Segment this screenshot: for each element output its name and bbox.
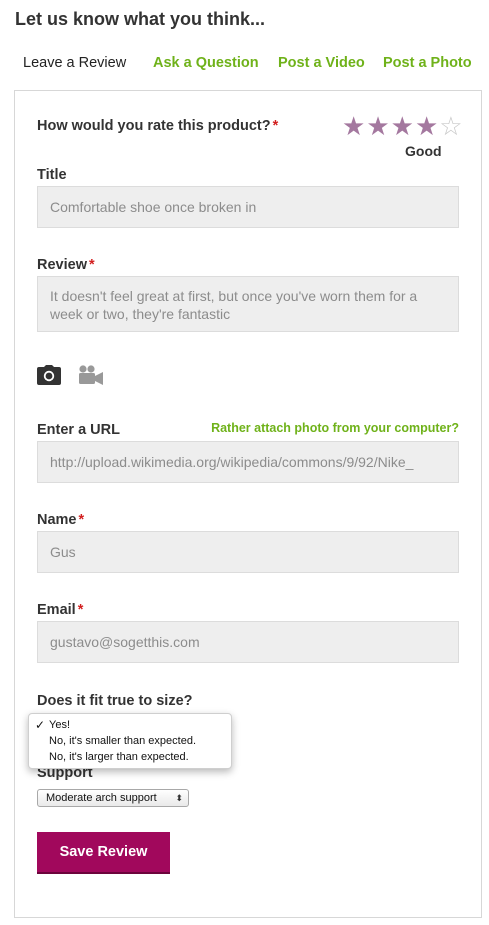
rating-word: Good (405, 143, 442, 159)
url-input[interactable] (37, 441, 459, 483)
tab-post-a-photo[interactable]: Post a Photo (383, 55, 472, 71)
tab-leave-a-review[interactable]: Leave a Review (23, 55, 126, 71)
name-label-text: Name (37, 512, 77, 528)
page-title: Let us know what you think... (15, 9, 266, 29)
fit-option-smaller[interactable]: No, it's smaller than expected. (29, 733, 231, 749)
support-select-value: Moderate arch support (46, 792, 157, 804)
title-input[interactable] (37, 186, 459, 228)
required-mark: * (272, 118, 279, 134)
option-label: No, it's larger than expected. (49, 751, 189, 763)
name-input[interactable] (37, 531, 459, 573)
camera-icon[interactable] (37, 365, 61, 390)
email-input[interactable] (37, 621, 459, 663)
review-label: Review * (37, 257, 95, 273)
fit-option-larger[interactable]: No, it's larger than expected. (29, 749, 231, 765)
option-label: No, it's smaller than expected. (49, 735, 197, 747)
fit-option-yes[interactable]: ✓ Yes! (29, 717, 231, 733)
tab-post-a-video[interactable]: Post a Video (278, 55, 365, 71)
review-label-text: Review (37, 257, 87, 273)
fit-dropdown-list[interactable]: ✓ Yes! No, it's smaller than expected. No… (28, 713, 232, 769)
rating-question-text: How would you rate this product? (37, 118, 271, 134)
option-label: Yes! (49, 719, 71, 731)
review-textarea[interactable]: It doesn't feel great at first, but once… (37, 276, 459, 332)
email-label-text: Email (37, 602, 76, 618)
attach-from-computer-link[interactable]: Rather attach photo from your computer? (211, 421, 459, 435)
save-review-button[interactable]: Save Review (37, 832, 170, 872)
url-label: Enter a URL (37, 422, 120, 438)
video-camera-icon[interactable] (78, 365, 104, 390)
star-rating[interactable]: ★ ★ ★ ★ ☆ (342, 113, 463, 139)
star-icon[interactable]: ★ (415, 113, 438, 139)
email-label: Email * (37, 602, 83, 618)
required-mark: * (77, 602, 84, 618)
star-icon[interactable]: ★ (366, 113, 389, 139)
select-arrows-icon: ⬍ (175, 793, 183, 803)
title-label: Title (37, 167, 67, 183)
fit-question: Does it fit true to size? (37, 693, 193, 709)
checkmark-icon: ✓ (35, 718, 46, 732)
star-icon[interactable]: ★ (342, 113, 365, 139)
star-icon[interactable]: ☆ (439, 113, 462, 139)
rating-question: How would you rate this product? * (37, 118, 278, 134)
support-select[interactable]: Moderate arch support ⬍ (37, 789, 189, 807)
required-mark: * (88, 257, 95, 273)
name-label: Name * (37, 512, 84, 528)
tab-ask-a-question[interactable]: Ask a Question (153, 55, 259, 71)
required-mark: * (78, 512, 85, 528)
star-icon[interactable]: ★ (391, 113, 414, 139)
